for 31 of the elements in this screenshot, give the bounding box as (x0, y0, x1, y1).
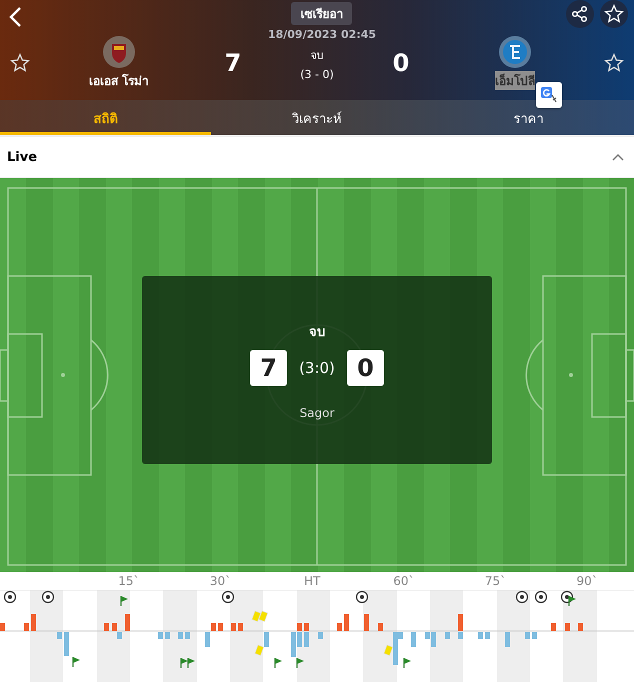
away-team-name: เอ็มโปลี (495, 71, 535, 90)
home-score: 7 (250, 350, 288, 386)
back-icon[interactable] (8, 6, 22, 28)
home-score: 7 (224, 49, 242, 77)
tab[interactable]: สถิติ (0, 100, 212, 135)
away-score: 0 (392, 49, 410, 77)
tab[interactable]: ราคา (422, 100, 634, 135)
chevron-icon[interactable] (612, 153, 624, 161)
half-time-score: (3:0) (299, 358, 335, 376)
minute-label: HT (303, 574, 322, 588)
translate-icon[interactable] (536, 82, 562, 108)
star-icon[interactable] (604, 53, 624, 73)
minute-label: 15` (117, 574, 140, 588)
minute-label: 60` (392, 574, 416, 588)
league-label[interactable]: เซเรียอา (291, 2, 352, 25)
venue-name: Sagor (300, 406, 334, 420)
match-status: จบ (310, 48, 324, 64)
minute-label: 90` (576, 574, 599, 588)
match-datetime: 18/09/2023 02:45 (268, 28, 376, 41)
share-icon[interactable] (566, 0, 594, 28)
minute-label: 75` (484, 574, 508, 588)
half-time-score: (3 - 0) (300, 68, 334, 80)
minute-label: 30` (208, 574, 232, 588)
home-team-name: เอเอส โรม่า (88, 72, 150, 90)
section-title: Live (7, 150, 38, 164)
star-icon[interactable] (10, 53, 30, 73)
away-score: 0 (346, 350, 384, 386)
match-status: จบ (309, 324, 325, 342)
shield-logo-icon (103, 36, 135, 68)
tab[interactable]: วิเคราะห์ (211, 100, 423, 135)
club-logo-icon (499, 36, 531, 68)
